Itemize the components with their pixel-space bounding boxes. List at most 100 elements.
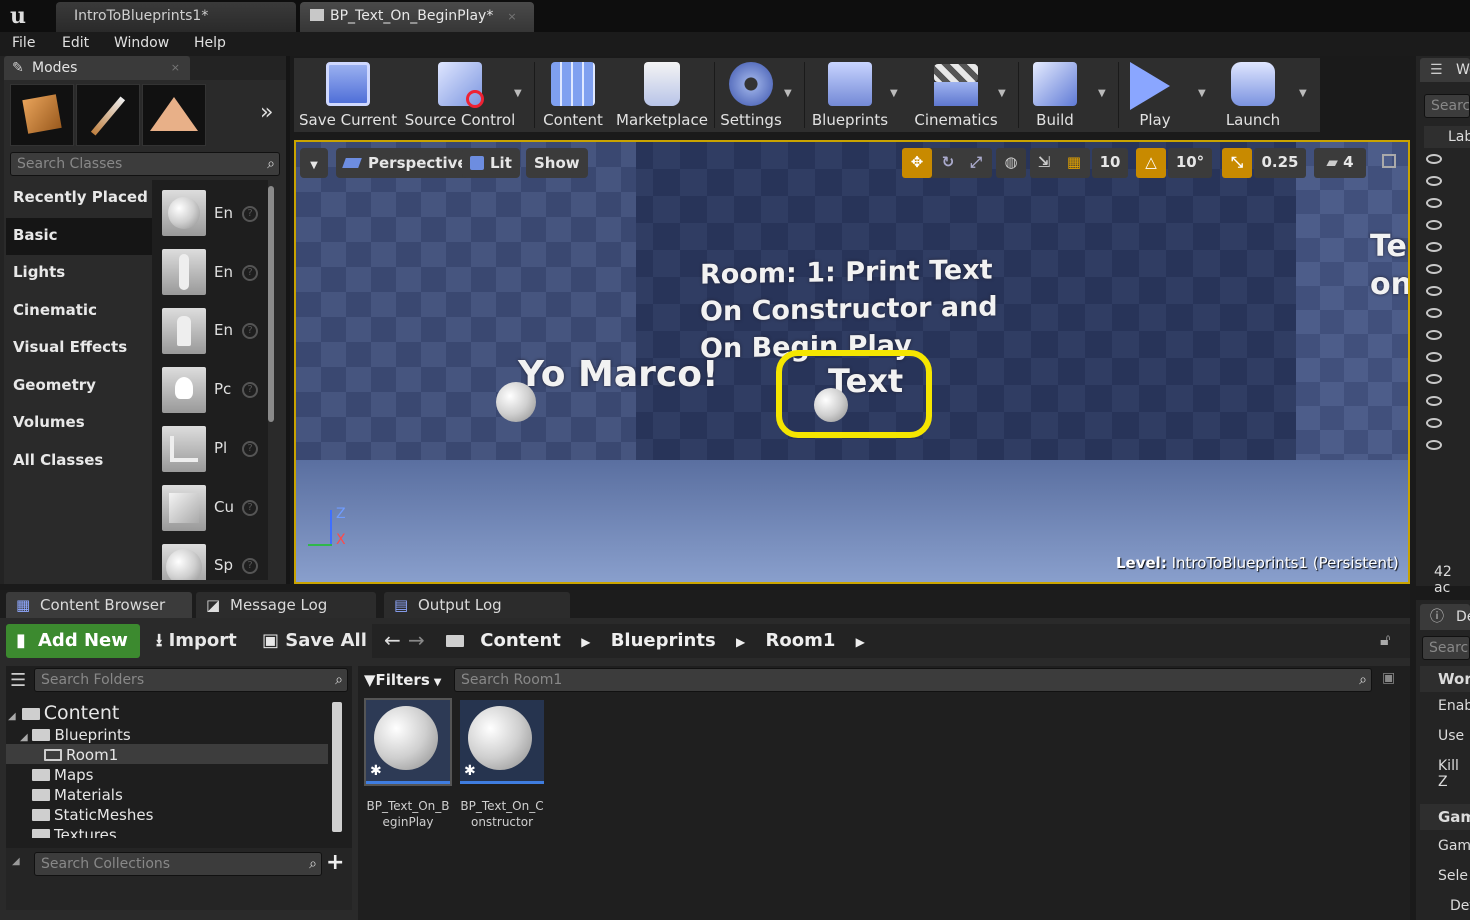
scale-snap-icon[interactable]: ⤡ <box>1222 148 1252 178</box>
help-icon[interactable]: ? <box>242 265 258 281</box>
build-dropdown-icon[interactable]: ▼ <box>1098 88 1106 99</box>
details-search-input[interactable]: Searc <box>1422 636 1470 660</box>
visibility-eye-icon[interactable] <box>1426 374 1442 384</box>
visibility-eye-icon[interactable] <box>1426 286 1442 296</box>
help-icon[interactable]: ? <box>242 441 258 457</box>
expand-modes-icon[interactable]: » <box>260 100 273 125</box>
close-icon[interactable]: × <box>171 56 180 80</box>
camera-speed-button[interactable]: ▰ 4 <box>1314 148 1366 178</box>
forward-icon[interactable]: → <box>408 628 425 652</box>
cube-icon[interactable] <box>162 485 206 531</box>
close-icon[interactable]: × <box>507 10 516 23</box>
search-collections-input[interactable]: Search Collections ⌕ <box>34 852 322 876</box>
menu-help[interactable]: Help <box>194 32 226 56</box>
class-list-scrollbar[interactable] <box>268 186 274 422</box>
player-start-icon[interactable] <box>162 426 206 472</box>
paint-mode-icon[interactable] <box>76 84 140 146</box>
visibility-eye-icon[interactable] <box>1426 308 1442 318</box>
translate-icon[interactable]: ✥ <box>902 148 932 178</box>
visibility-eye-icon[interactable] <box>1426 418 1442 428</box>
save-current-button[interactable]: Save Current <box>298 58 398 132</box>
add-collection-icon[interactable]: + <box>326 850 344 875</box>
visibility-eye-icon[interactable] <box>1426 330 1442 340</box>
section-world-settings[interactable]: World <box>1420 666 1470 692</box>
rotate-icon[interactable]: ↻ <box>934 148 962 178</box>
visibility-eye-icon[interactable] <box>1426 440 1442 450</box>
help-icon[interactable]: ? <box>242 500 258 516</box>
world-local-icon[interactable]: ◍ <box>996 148 1026 178</box>
show-button[interactable]: Show <box>526 148 588 178</box>
details-tab[interactable]: ⓘ De <box>1420 604 1470 630</box>
menu-window[interactable]: Window <box>114 32 169 56</box>
lock-icon[interactable]: 🔓︎ <box>1380 630 1390 650</box>
content-button[interactable]: Content <box>538 58 608 132</box>
landscape-mode-icon[interactable] <box>142 84 206 146</box>
build-button[interactable]: Build <box>1022 58 1088 132</box>
tree-item-staticmeshes[interactable]: StaticMeshes <box>32 806 153 824</box>
tree-item-content[interactable]: ◢ Content <box>8 702 119 724</box>
asset-tile[interactable]: ✱ BP_Text_On_Constructor <box>460 700 548 832</box>
empty-actor-icon[interactable] <box>162 190 206 236</box>
tab-message-log[interactable]: ◪ Message Log <box>196 592 376 618</box>
surface-snap-icon[interactable]: ⇲ <box>1030 148 1058 176</box>
tree-item-maps[interactable]: Maps <box>32 766 93 784</box>
save-all-button[interactable]: ▣ Save All <box>262 624 367 658</box>
category-visual-effects[interactable]: Visual Effects <box>6 330 152 367</box>
source-control-dropdown-icon[interactable]: ▼ <box>514 88 522 99</box>
tree-options-icon[interactable]: ☰ <box>10 670 26 691</box>
import-button[interactable]: ⭳ Import <box>156 624 237 658</box>
collapse-collections-icon[interactable]: ◢ <box>12 856 20 867</box>
tab-level[interactable]: IntroToBlueprints1* <box>56 2 296 32</box>
launch-dropdown-icon[interactable]: ▼ <box>1299 88 1307 99</box>
play-dropdown-icon[interactable]: ▼ <box>1198 88 1206 99</box>
maximize-viewport-icon[interactable] <box>1382 154 1396 168</box>
category-cinematic[interactable]: Cinematic <box>6 293 152 330</box>
lit-button[interactable]: Lit <box>462 148 520 178</box>
add-new-button[interactable]: ▮ Add New ▼ <box>6 624 140 683</box>
folder-tree-scrollbar[interactable] <box>332 702 342 832</box>
grid-snap-value[interactable]: 10 <box>1092 148 1128 178</box>
menu-edit[interactable]: Edit <box>62 32 89 56</box>
tree-item-textures[interactable]: Textures <box>32 826 117 838</box>
outliner-label-column[interactable]: Lab <box>1424 126 1470 148</box>
tree-item-room1[interactable]: Room1 <box>44 746 118 764</box>
search-folders-input[interactable]: Search Folders ⌕ <box>34 668 348 692</box>
outliner-tab[interactable]: ☰ Wo <box>1420 58 1470 82</box>
modes-tab[interactable]: ✎ Modes × <box>4 56 190 80</box>
viewport-options-button[interactable]: ▼ <box>300 148 328 178</box>
category-all-classes[interactable]: All Classes <box>6 443 152 480</box>
search-assets-input[interactable]: Search Room1 ⌕ <box>454 668 1372 692</box>
point-light-icon[interactable] <box>162 367 206 413</box>
category-volumes[interactable]: Volumes <box>6 405 152 442</box>
text-actor-sphere[interactable] <box>496 382 536 422</box>
breadcrumb-room1[interactable]: Room1 <box>765 630 835 651</box>
help-icon[interactable]: ? <box>242 323 258 339</box>
rotation-snap-icon[interactable]: △ <box>1136 148 1166 178</box>
pawn-icon[interactable] <box>162 308 206 354</box>
visibility-eye-icon[interactable] <box>1426 154 1442 164</box>
source-control-button[interactable]: Source Control <box>404 58 516 132</box>
category-basic[interactable]: Basic <box>6 218 152 255</box>
breadcrumb-arrow-icon[interactable]: ▶ <box>736 635 745 649</box>
play-button[interactable]: Play <box>1122 58 1188 132</box>
scale-snap-value[interactable]: 0.25 <box>1254 148 1306 178</box>
breadcrumb-arrow-icon[interactable]: ▶ <box>581 635 590 649</box>
cinematics-dropdown-icon[interactable]: ▼ <box>998 88 1006 99</box>
sphere-icon[interactable] <box>162 544 206 580</box>
section-game-mode[interactable]: Gam <box>1420 804 1470 830</box>
category-recently-placed[interactable]: Recently Placed <box>6 180 152 217</box>
tab-output-log[interactable]: ▤ Output Log <box>384 592 570 618</box>
help-icon[interactable]: ? <box>242 382 258 398</box>
character-icon[interactable] <box>162 249 206 295</box>
help-icon[interactable]: ? <box>242 206 258 222</box>
filters-button[interactable]: ▼Filters ▼ <box>364 668 450 692</box>
blueprints-button[interactable]: Blueprints <box>808 58 892 132</box>
cinematics-button[interactable]: Cinematics <box>908 58 1004 132</box>
visibility-eye-icon[interactable] <box>1426 176 1442 186</box>
menu-file[interactable]: File <box>12 32 35 56</box>
level-viewport[interactable]: ▼ Perspective Lit Show ✥ ↻ ⤢ ◍ ⇲ ▦ 10 △ … <box>294 140 1410 584</box>
selected-text-sphere[interactable] <box>814 388 848 422</box>
visibility-eye-icon[interactable] <box>1426 242 1442 252</box>
breadcrumb-blueprints[interactable]: Blueprints <box>611 630 716 651</box>
save-search-icon[interactable]: ▣ <box>1382 670 1395 686</box>
